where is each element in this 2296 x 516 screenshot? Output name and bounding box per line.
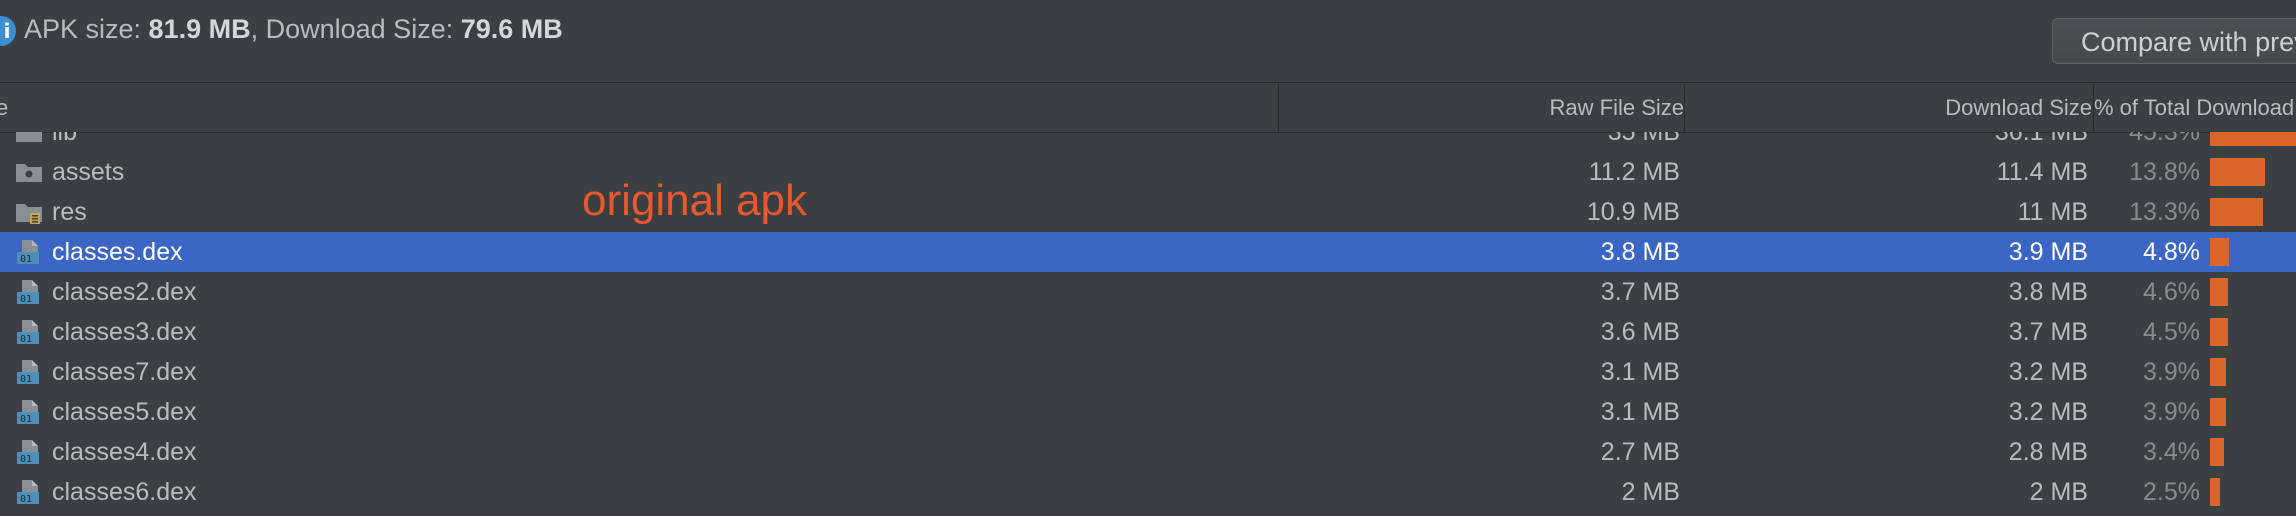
dex-file-icon: 01 [14, 398, 44, 426]
res-folder-icon [14, 198, 44, 226]
download-size: 3.9 MB [2008, 238, 2088, 266]
svg-text:01: 01 [20, 254, 32, 265]
download-size: 3.7 MB [2008, 318, 2088, 346]
percent-bar [2210, 358, 2226, 386]
percent-bar [2210, 318, 2228, 346]
percent-of-total: 3.4% [2143, 438, 2200, 466]
table-header: e Raw File Size Download Size % of Total… [0, 84, 2296, 133]
column-header-percent-of-total-download[interactable]: % of Total Download size [2094, 84, 2296, 132]
annotation-label: original apk [582, 176, 808, 225]
raw-file-size: 3.8 MB [1600, 238, 1680, 266]
file-name: classes5.dex [52, 398, 197, 426]
raw-file-size: 11.2 MB [1588, 158, 1680, 186]
download-size: 2.8 MB [2008, 438, 2088, 466]
raw-file-size: 3.6 MB [1600, 318, 1680, 346]
apk-size-value: 81.9 MB [148, 14, 251, 44]
download-size: 3.8 MB [2008, 278, 2088, 306]
svg-text:01: 01 [20, 454, 32, 465]
info-icon: i [0, 16, 16, 46]
file-name: classes2.dex [52, 278, 197, 306]
percent-of-total: 3.9% [2143, 358, 2200, 386]
svg-text:01: 01 [20, 294, 32, 305]
file-name: lib [52, 132, 78, 146]
dex-file-icon: 01 [14, 278, 44, 306]
percent-of-total: 4.6% [2143, 278, 2200, 306]
download-size: 3.2 MB [2008, 358, 2088, 386]
file-name: classes6.dex [52, 478, 197, 506]
file-name: classes.dex [52, 238, 183, 266]
file-name: classes7.dex [52, 358, 197, 386]
percent-bar [2210, 238, 2229, 266]
raw-file-size: 2 MB [1621, 478, 1680, 506]
download-size: 11.4 MB [1996, 158, 2088, 186]
dex-file-icon: 01 [14, 238, 44, 266]
table-row[interactable]: 01 classes3.dex 3.6 MB 3.7 MB 4.5% [0, 312, 2296, 352]
apk-summary-bar: i APK size: 81.9 MB, Download Size: 79.6… [0, 0, 2296, 83]
download-size: 3.2 MB [2008, 398, 2088, 426]
table-row[interactable]: 01 classes2.dex 3.7 MB 3.8 MB 4.6% [0, 272, 2296, 312]
column-header-download-size[interactable]: Download Size [1945, 84, 2092, 132]
column-divider[interactable] [1278, 84, 1279, 132]
dex-file-icon: 01 [14, 478, 44, 506]
file-name: classes4.dex [52, 438, 197, 466]
table-row[interactable]: res 10.9 MB 11 MB 13.3% [0, 192, 2296, 232]
percent-of-total: 13.8% [2129, 158, 2200, 186]
percent-bar [2210, 198, 2263, 226]
dex-file-icon: 01 [14, 438, 44, 466]
column-header-raw-file-size[interactable]: Raw File Size [1550, 84, 1684, 132]
raw-file-size: 35 MB [1607, 132, 1680, 146]
percent-of-total: 13.3% [2129, 198, 2200, 226]
compare-with-previous-apk-button[interactable]: Compare with previous APK... [2052, 18, 2296, 64]
percent-bar [2210, 132, 2296, 146]
percent-of-total: 2.5% [2143, 478, 2200, 506]
apk-size-label: APK size: [24, 14, 149, 44]
table-row[interactable]: 01 classes7.dex 3.1 MB 3.2 MB 3.9% [0, 352, 2296, 392]
percent-of-total: 3.9% [2143, 398, 2200, 426]
svg-text:01: 01 [20, 374, 32, 385]
percent-bar [2210, 278, 2228, 306]
column-header-file[interactable]: e [0, 84, 8, 132]
raw-file-size: 3.1 MB [1600, 358, 1680, 386]
download-size-value: 79.6 MB [460, 14, 563, 44]
download-size-label: Download Size: [265, 14, 461, 44]
file-name: classes3.dex [52, 318, 197, 346]
download-size: 2 MB [2029, 478, 2088, 506]
percent-bar [2210, 478, 2220, 506]
raw-file-size: 10.9 MB [1586, 198, 1680, 226]
svg-text:01: 01 [20, 414, 32, 425]
table-row[interactable]: 01 classes4.dex 2.7 MB 2.8 MB 3.4% [0, 432, 2296, 472]
table-row[interactable]: 01 classes6.dex 2 MB 2 MB 2.5% [0, 472, 2296, 512]
raw-file-size: 2.7 MB [1600, 438, 1680, 466]
apk-summary: APK size: 81.9 MB, Download Size: 79.6 M… [24, 14, 563, 45]
file-name: res [52, 198, 87, 226]
dex-file-icon: 01 [14, 318, 44, 346]
raw-file-size: 3.7 MB [1600, 278, 1680, 306]
percent-bar [2210, 398, 2226, 426]
assets-folder-icon [14, 158, 44, 186]
table-row[interactable]: 01 classes5.dex 3.1 MB 3.2 MB 3.9% [0, 392, 2296, 432]
percent-bar [2210, 438, 2224, 466]
table-row[interactable]: 01 classes.dex 3.8 MB 3.9 MB 4.8% [0, 232, 2296, 272]
percent-of-total: 45.3% [2129, 132, 2200, 146]
table-row[interactable]: assets 11.2 MB 11.4 MB 13.8% [0, 152, 2296, 192]
svg-text:01: 01 [20, 334, 32, 345]
file-tree-table: lib 35 MB 36.1 MB 45.3% assets 11.2 MB 11.4 MB… [0, 132, 2296, 516]
download-size: 36.1 MB [1994, 132, 2088, 146]
dex-file-icon: 01 [14, 358, 44, 386]
percent-of-total: 4.5% [2143, 318, 2200, 346]
svg-text:01: 01 [20, 494, 32, 505]
file-name: assets [52, 158, 125, 186]
table-row[interactable]: lib 35 MB 36.1 MB 45.3% [0, 132, 2296, 152]
download-size: 11 MB [2017, 198, 2088, 226]
folder-icon [14, 132, 44, 146]
raw-file-size: 3.1 MB [1600, 398, 1680, 426]
column-divider[interactable] [1684, 84, 1685, 132]
summary-separator: , [250, 14, 266, 44]
percent-of-total: 4.8% [2143, 238, 2200, 266]
percent-bar [2210, 158, 2265, 186]
